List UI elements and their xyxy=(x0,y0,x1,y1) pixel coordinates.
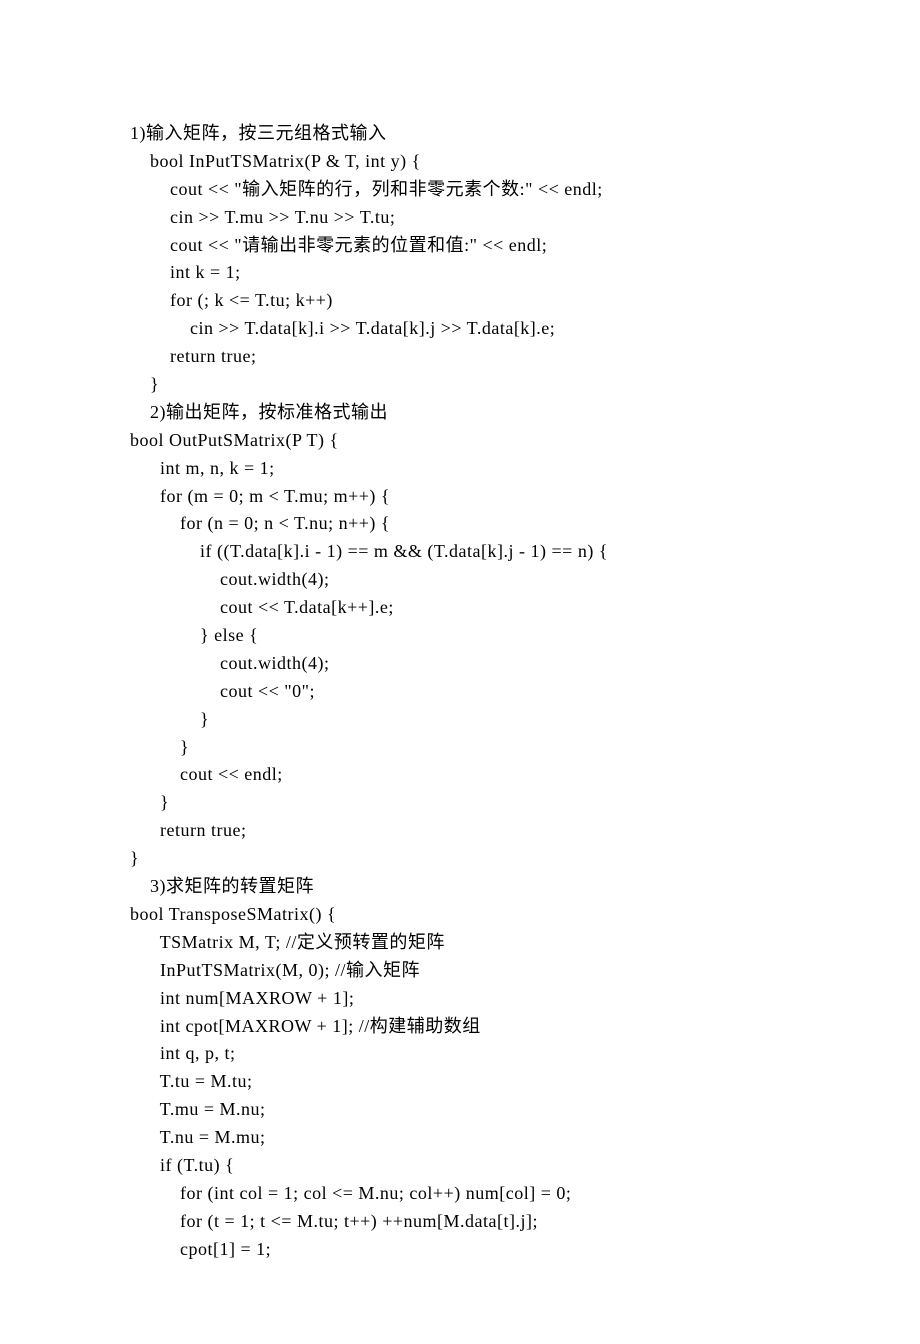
code-line: cout.width(4); xyxy=(130,650,790,678)
code-line: cin >> T.data[k].i >> T.data[k].j >> T.d… xyxy=(130,315,790,343)
code-line: int cpot[MAXROW + 1]; //构建辅助数组 xyxy=(130,1013,790,1041)
code-line: } xyxy=(130,845,790,873)
document-page: 1)输入矩阵，按三元组格式输入 bool InPutTSMatrix(P & T… xyxy=(0,0,920,1344)
code-line: if ((T.data[k].i - 1) == m && (T.data[k]… xyxy=(130,538,790,566)
code-line: return true; xyxy=(130,817,790,845)
code-line: cout << "0"; xyxy=(130,678,790,706)
code-line: for (t = 1; t <= M.tu; t++) ++num[M.data… xyxy=(130,1208,790,1236)
code-line: } xyxy=(130,789,790,817)
code-line: bool OutPutSMatrix(P T) { xyxy=(130,427,790,455)
code-line: return true; xyxy=(130,343,790,371)
code-line: cin >> T.mu >> T.nu >> T.tu; xyxy=(130,204,790,232)
code-line: int m, n, k = 1; xyxy=(130,455,790,483)
code-line: cout << T.data[k++].e; xyxy=(130,594,790,622)
code-line: TSMatrix M, T; //定义预转置的矩阵 xyxy=(130,929,790,957)
code-line: cout << "请输出非零元素的位置和值:" << endl; xyxy=(130,232,790,260)
code-line: int num[MAXROW + 1]; xyxy=(130,985,790,1013)
code-line: for (int col = 1; col <= M.nu; col++) nu… xyxy=(130,1180,790,1208)
code-line: } xyxy=(130,706,790,734)
code-line: T.nu = M.mu; xyxy=(130,1124,790,1152)
code-line: int k = 1; xyxy=(130,259,790,287)
code-line: } xyxy=(130,371,790,399)
code-line: cout.width(4); xyxy=(130,566,790,594)
code-line: InPutTSMatrix(M, 0); //输入矩阵 xyxy=(130,957,790,985)
code-line: cpot[1] = 1; xyxy=(130,1236,790,1264)
code-line: T.tu = M.tu; xyxy=(130,1068,790,1096)
code-line: } else { xyxy=(130,622,790,650)
code-line: bool InPutTSMatrix(P & T, int y) { xyxy=(130,148,790,176)
code-line: for (m = 0; m < T.mu; m++) { xyxy=(130,483,790,511)
code-line: cout << "输入矩阵的行，列和非零元素个数:" << endl; xyxy=(130,176,790,204)
code-line: 3)求矩阵的转置矩阵 xyxy=(130,873,790,901)
code-line: int q, p, t; xyxy=(130,1040,790,1068)
code-line: cout << endl; xyxy=(130,761,790,789)
code-line: T.mu = M.nu; xyxy=(130,1096,790,1124)
code-line: 1)输入矩阵，按三元组格式输入 xyxy=(130,120,790,148)
code-line: 2)输出矩阵，按标准格式输出 xyxy=(130,399,790,427)
code-line: } xyxy=(130,734,790,762)
code-line: bool TransposeSMatrix() { xyxy=(130,901,790,929)
code-line: for (n = 0; n < T.nu; n++) { xyxy=(130,510,790,538)
code-line: if (T.tu) { xyxy=(130,1152,790,1180)
code-line: for (; k <= T.tu; k++) xyxy=(130,287,790,315)
